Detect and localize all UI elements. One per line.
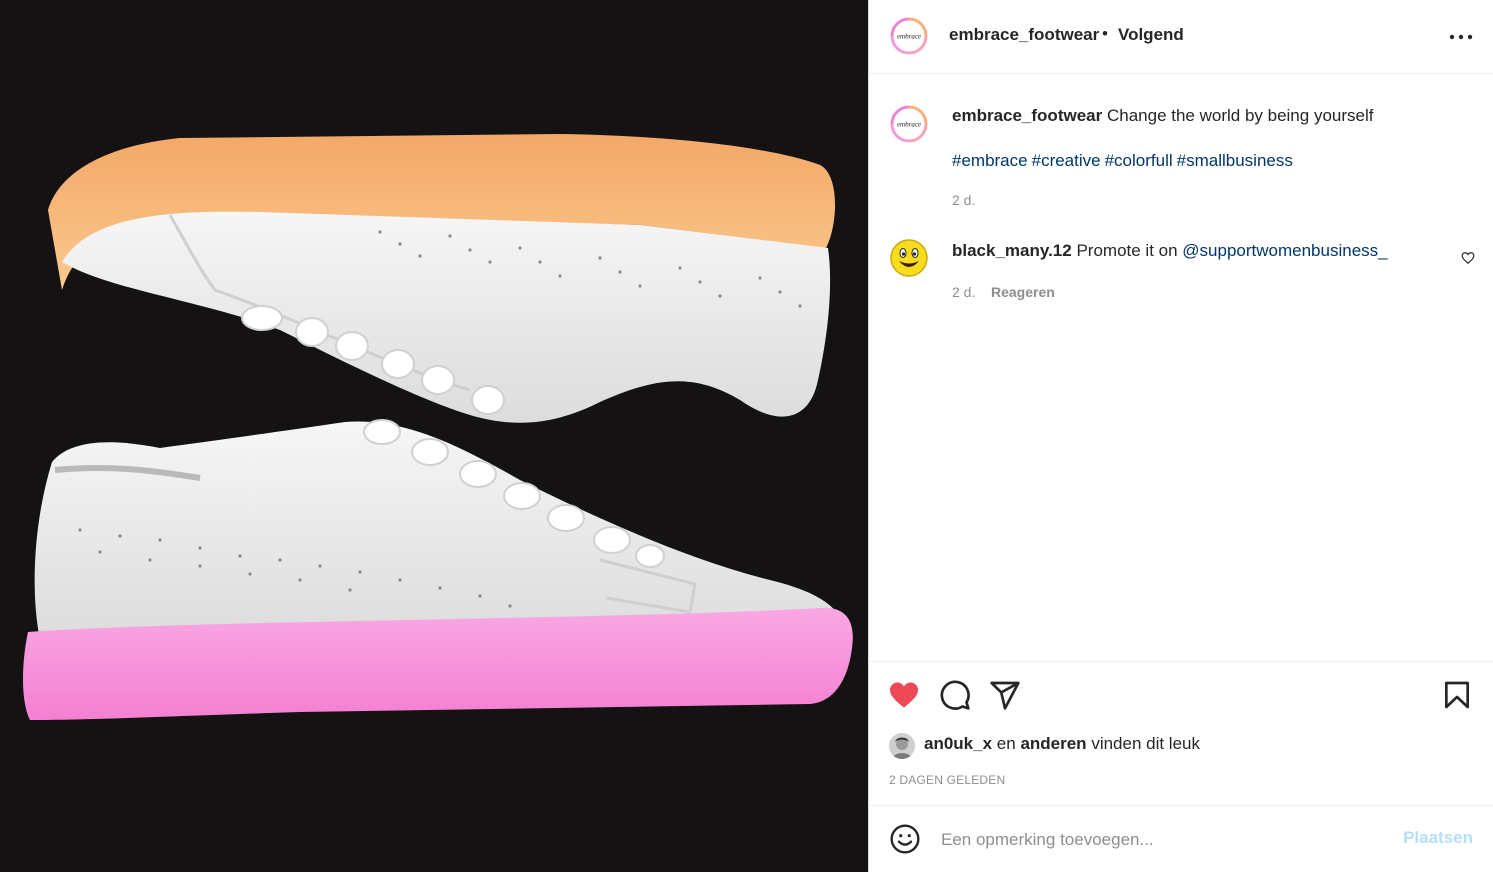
likes-summary: an0uk_x en anderen vinden dit leuk [889,733,1449,759]
avatar-logo-text: embrace [897,121,921,129]
likes-text: an0uk_x en anderen vinden dit leuk [924,734,1200,754]
author-avatar[interactable]: embrace [889,16,929,56]
sneakers-photo [23,134,853,720]
post-comment-button[interactable]: Plaatsen [1403,828,1473,848]
heart-icon[interactable] [888,679,920,711]
like-comment-icon[interactable] [1461,251,1475,265]
post-date[interactable]: 2 DAGEN GELEDEN [889,773,1005,787]
caption-hashtags: #embrace #creative #colorfull #smallbusines… [952,151,1297,171]
reply-button[interactable]: Reageren [991,284,1055,300]
liker-username[interactable]: an0uk_x [924,734,992,753]
post-header: embrace embrace_footwear • Volgend [869,0,1493,74]
comment-timestamp[interactable]: 2 d. [952,284,975,300]
avatar-logo-text: embrace [897,33,921,41]
caption-text: Change the world by being yourself [1106,106,1374,125]
comment-input[interactable] [939,824,1383,856]
add-comment-bar: Plaatsen [869,805,1493,872]
likes-suffix: vinden dit leuk [1091,734,1200,753]
bookmark-icon[interactable] [1441,679,1473,711]
comment-mention[interactable]: @supportwomenbusiness_ [1182,241,1387,260]
post-image[interactable] [0,0,868,872]
following-button[interactable]: Volgend [1118,25,1184,45]
post-actions: an0uk_x en anderen vinden dit leuk 2 DAG… [869,661,1493,805]
commenter-username[interactable]: black_many.12 [952,241,1072,260]
caption-author-avatar[interactable]: embrace [889,104,929,144]
header-separator: • [1102,24,1108,43]
author-username[interactable]: embrace_footwear [949,25,1099,45]
commenter-avatar[interactable] [889,238,929,278]
hashtag-link[interactable]: #colorfull [1105,151,1173,170]
likes-connector: en [996,734,1016,753]
post-side-panel: embrace embrace_footwear • Volgend embra… [868,0,1493,872]
caption: embrace_footwear Change the world by bei… [952,106,1373,126]
liker-avatar[interactable] [889,733,915,759]
comment-body: black_many.12 Promote it on @supportwome… [952,241,1388,261]
caption-timestamp[interactable]: 2 d. [952,192,975,208]
instagram-post: embrace embrace_footwear • Volgend embra… [0,0,1493,872]
emoji-icon[interactable] [889,823,921,855]
hashtag-link[interactable]: #smallbusiness [1177,151,1293,170]
hashtag-link[interactable]: #creative [1032,151,1101,170]
likes-others-link[interactable]: anderen [1020,734,1086,753]
hashtag-link[interactable]: #embrace [952,151,1028,170]
share-icon[interactable] [989,679,1021,711]
comment-text: Promote it on [1076,241,1178,260]
caption-username[interactable]: embrace_footwear [952,106,1102,125]
more-icon[interactable] [1449,34,1473,40]
comment-icon[interactable] [939,679,971,711]
